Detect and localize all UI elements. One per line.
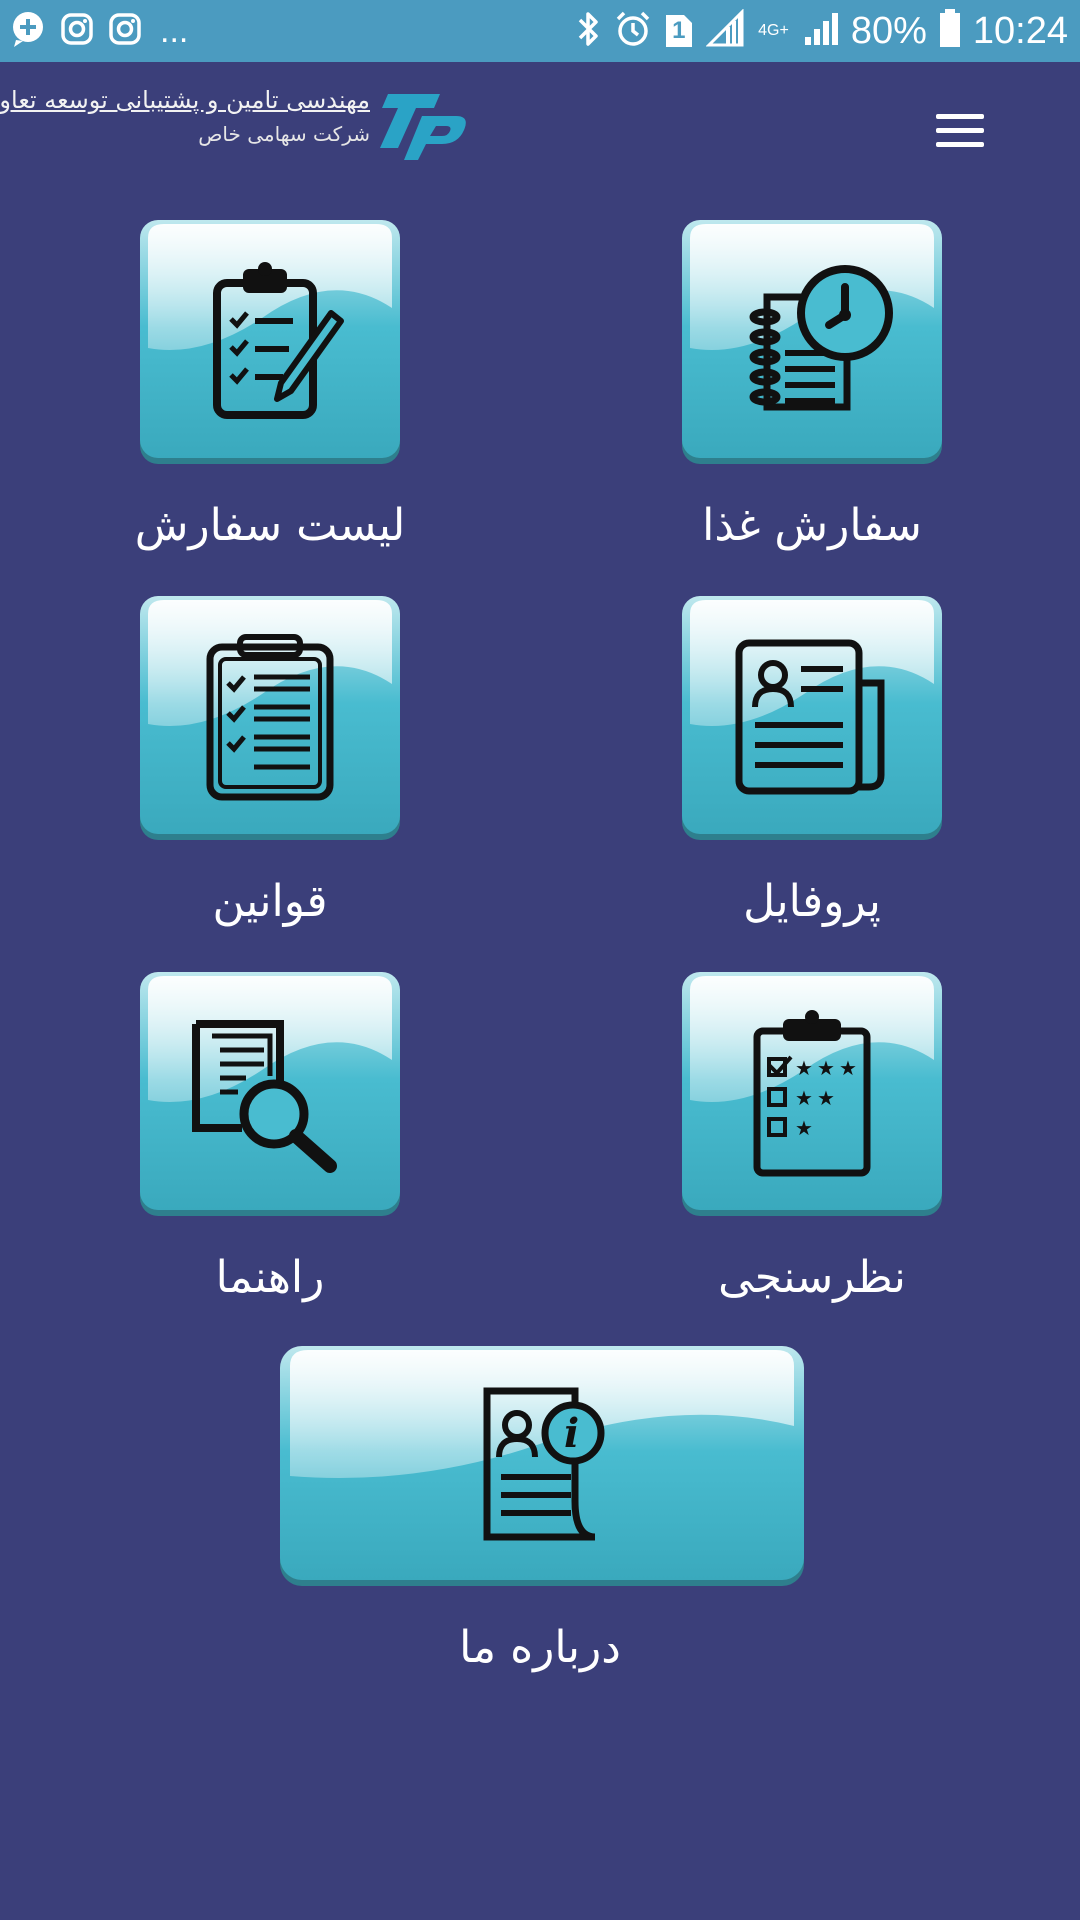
alarm-icon	[614, 10, 652, 52]
tile-survey[interactable]: ★ ★ ★ ★ ★ ★	[680, 970, 944, 1218]
tile-label: پروفایل	[743, 876, 881, 927]
svg-text:★: ★	[817, 1056, 835, 1080]
logo-mark	[380, 94, 466, 160]
document-search-icon	[192, 1020, 337, 1173]
battery-percent: 80%	[850, 9, 927, 52]
tile-label: درباره ما	[459, 1622, 621, 1673]
instagram-icon	[108, 12, 142, 50]
svg-text:★: ★	[817, 1086, 835, 1110]
logo-title: مهندسی تامین و پشتیبانی توسعه تعاون	[0, 86, 370, 114]
clipboard-checklist-pen-icon	[213, 262, 344, 419]
svg-text:★: ★	[795, 1056, 813, 1080]
profile-document-icon	[735, 639, 885, 795]
chat-plus-icon	[10, 10, 46, 52]
sim-icon: 1	[664, 13, 694, 49]
svg-text:i: i	[564, 1410, 579, 1457]
status-bar: ... 1 4G+ 80% 10:24	[0, 0, 1080, 62]
company-logo: مهندسی تامین و پشتیبانی توسعه تعاون شرکت…	[0, 80, 488, 160]
signal-icon	[801, 9, 839, 53]
notification-overflow: ...	[160, 11, 189, 50]
tile-order-list[interactable]	[138, 218, 402, 466]
clock: 10:24	[972, 9, 1068, 52]
svg-text:★: ★	[795, 1116, 813, 1140]
survey-clipboard-stars-icon: ★ ★ ★ ★ ★ ★	[753, 1010, 871, 1177]
instagram-icon	[60, 12, 94, 50]
tile-label: نظرسنجی	[718, 1252, 906, 1303]
tile-label: راهنما	[215, 1252, 325, 1303]
clipboard-rules-icon	[206, 634, 334, 801]
svg-text:★: ★	[795, 1086, 813, 1110]
network-type: 4G+	[758, 22, 789, 39]
tile-food-order[interactable]	[680, 218, 944, 466]
hamburger-menu-icon[interactable]	[928, 110, 992, 154]
wifi-signal-icon	[705, 8, 746, 53]
tile-about-us[interactable]: i	[278, 1344, 806, 1588]
bluetooth-icon	[574, 9, 602, 53]
tile-rules[interactable]	[138, 594, 402, 842]
tile-guide[interactable]	[138, 970, 402, 1218]
sim-number: 1	[672, 17, 686, 44]
tile-label: لیست سفارش	[134, 500, 406, 551]
tile-label: سفارش غذا	[702, 500, 922, 551]
tile-profile[interactable]	[680, 594, 944, 842]
logo-subtitle: شرکت سهامی خاص	[198, 122, 370, 146]
about-info-document-icon: i	[483, 1387, 605, 1541]
tile-label: قوانین	[212, 876, 328, 927]
food-order-clock-icon	[749, 265, 893, 411]
svg-text:★: ★	[839, 1056, 857, 1080]
battery-icon	[939, 9, 961, 53]
